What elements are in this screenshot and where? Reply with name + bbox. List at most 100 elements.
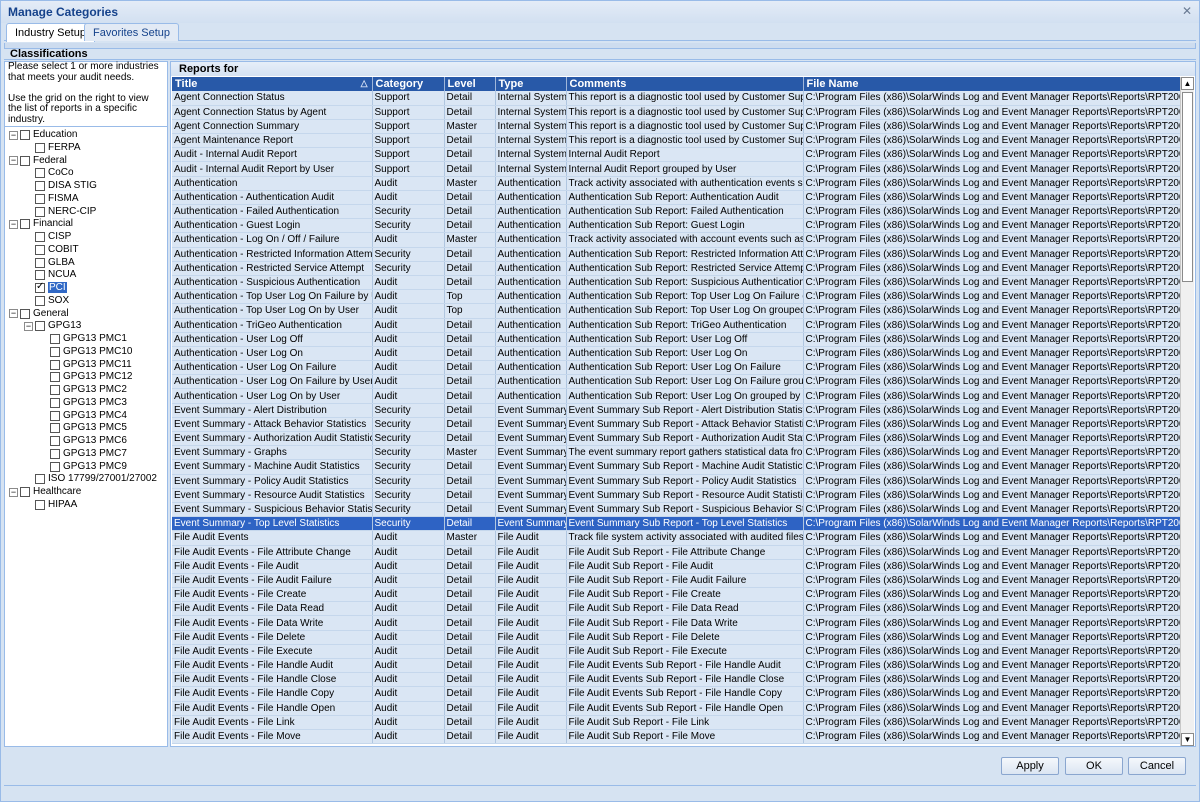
table-row[interactable]: Authentication - User Log On Failure by … bbox=[172, 374, 1181, 390]
collapse-icon[interactable]: − bbox=[24, 321, 33, 331]
tree-node-gpg13-pmc4[interactable]: GPG13 PMC4 bbox=[50, 410, 127, 422]
tree-node-gpg13-pmc2[interactable]: GPG13 PMC2 bbox=[50, 384, 127, 396]
checkbox[interactable] bbox=[50, 448, 60, 459]
checkbox[interactable] bbox=[50, 385, 60, 395]
scroll-down-icon[interactable]: ▼ bbox=[1181, 733, 1194, 746]
checkbox[interactable] bbox=[35, 232, 45, 242]
table-row[interactable]: Authentication - Log On / Off / Failure A… bbox=[172, 232, 1181, 248]
tree-node-financial[interactable]: − Financial bbox=[9, 218, 73, 230]
table-row[interactable]: Authentication - Suspicious Authenticati… bbox=[172, 275, 1181, 291]
checkbox[interactable] bbox=[20, 219, 30, 230]
tree-node-sox[interactable]: SOX bbox=[35, 295, 69, 307]
checkbox[interactable] bbox=[50, 359, 60, 370]
table-row[interactable]: Authentication - Failed Authentication Se… bbox=[172, 204, 1181, 220]
tree-node-federal[interactable]: − Federal bbox=[9, 155, 67, 167]
table-row[interactable]: File Audit Events - File Audit Audit Detai… bbox=[172, 559, 1181, 574]
cancel-button[interactable]: Cancel bbox=[1128, 757, 1186, 775]
table-row[interactable]: File Audit Events - File Handle Audit Aud… bbox=[172, 658, 1181, 674]
table-row[interactable]: File Audit Events - File Handle Copy Audi… bbox=[172, 686, 1181, 702]
collapse-icon[interactable]: − bbox=[9, 487, 18, 497]
column-header-type[interactable]: Type bbox=[495, 77, 567, 91]
table-row[interactable]: Event Summary - Top Level Statistics Secu… bbox=[172, 516, 1181, 532]
table-row[interactable]: Event Summary - Suspicious Behavior Stat… bbox=[172, 502, 1181, 518]
table-row[interactable]: Agent Connection Status Support Detail Inte… bbox=[172, 91, 1181, 106]
tree-node-gpg13-pmc12[interactable]: GPG13 PMC12 bbox=[50, 371, 132, 383]
checkbox[interactable] bbox=[35, 168, 45, 179]
table-row[interactable]: File Audit Events - File Delete Audit Deta… bbox=[172, 630, 1181, 645]
tree-node-gpg13-pmc3[interactable]: GPG13 PMC3 bbox=[50, 397, 127, 409]
table-row[interactable]: File Audit Events Audit Master File Audit Tr… bbox=[172, 530, 1181, 546]
checkbox[interactable] bbox=[50, 410, 60, 421]
table-row[interactable]: Authentication - Authentication Audit Aud… bbox=[172, 190, 1181, 206]
table-row[interactable]: Authentication - User Log On by User Audi… bbox=[172, 388, 1181, 404]
collapse-icon[interactable]: − bbox=[9, 219, 18, 229]
ok-button[interactable]: OK bbox=[1065, 757, 1123, 775]
table-row[interactable]: Agent Maintenance Report Support Detail Int… bbox=[172, 133, 1181, 149]
scroll-thumb[interactable] bbox=[1182, 92, 1193, 282]
vertical-scrollbar[interactable]: ▲ ▼ bbox=[1180, 77, 1194, 746]
table-row[interactable]: Agent Connection Status by Agent Support D… bbox=[172, 105, 1181, 120]
checkbox[interactable] bbox=[35, 142, 45, 153]
tree-node-gpg13-pmc6[interactable]: GPG13 PMC6 bbox=[50, 435, 127, 447]
checkbox[interactable] bbox=[50, 346, 60, 357]
apply-button[interactable]: Apply bbox=[1001, 757, 1059, 775]
tree-node-cisp[interactable]: CISP bbox=[35, 231, 71, 243]
table-row[interactable]: Event Summary - Graphs Security Master Even… bbox=[172, 445, 1181, 461]
tree-node-ferpa[interactable]: FERPA bbox=[35, 142, 81, 154]
checkbox[interactable] bbox=[50, 397, 60, 408]
tree-node-hipaa[interactable]: HIPAA bbox=[35, 499, 77, 511]
checkbox[interactable] bbox=[20, 130, 30, 140]
tree-node-disa-stig[interactable]: DISA STIG bbox=[35, 180, 97, 192]
checkbox[interactable] bbox=[50, 436, 60, 446]
checkbox[interactable] bbox=[50, 423, 60, 434]
tree-node-nerc-cip[interactable]: NERC-CIP bbox=[35, 206, 96, 218]
table-row[interactable]: Authentication - TriGeo Authentication Au… bbox=[172, 318, 1181, 333]
checkbox[interactable] bbox=[50, 372, 60, 383]
checkbox[interactable] bbox=[35, 244, 45, 255]
tab-industry-setup[interactable]: Industry Setup bbox=[6, 23, 95, 42]
table-row[interactable]: File Audit Events - File Audit Failure Au… bbox=[172, 573, 1181, 589]
tree-node-gpg13-pmc10[interactable]: GPG13 PMC10 bbox=[50, 346, 132, 358]
table-row[interactable]: Authentication - User Log On Failure Audi… bbox=[172, 360, 1181, 376]
table-row[interactable]: Event Summary - Resource Audit Statistic… bbox=[172, 488, 1181, 503]
tree-node-healthcare[interactable]: − Healthcare bbox=[9, 486, 81, 498]
table-row[interactable]: Authentication - Top User Log On Failure… bbox=[172, 289, 1181, 305]
checkbox[interactable] bbox=[50, 461, 60, 472]
checkbox[interactable] bbox=[35, 193, 45, 204]
tree-node-ncua[interactable]: NCUA bbox=[35, 269, 76, 281]
close-icon[interactable]: ✕ bbox=[1181, 5, 1193, 18]
tree-node-gpg13-pmc5[interactable]: GPG13 PMC5 bbox=[50, 422, 127, 434]
tree-node-glba[interactable]: GLBA bbox=[35, 257, 75, 269]
table-row[interactable]: Event Summary - Machine Audit Statistics… bbox=[172, 459, 1181, 475]
table-row[interactable]: Event Summary - Policy Audit Statistics S… bbox=[172, 474, 1181, 489]
checkbox[interactable] bbox=[35, 474, 45, 485]
checkbox[interactable] bbox=[35, 181, 45, 191]
table-row[interactable]: File Audit Events - File Execute Audit Det… bbox=[172, 644, 1181, 660]
checkbox[interactable] bbox=[35, 281, 45, 293]
collapse-icon[interactable]: − bbox=[9, 156, 18, 165]
checkbox[interactable] bbox=[20, 487, 30, 497]
table-row[interactable]: File Audit Events - File Link Audit Detail… bbox=[172, 715, 1181, 730]
table-row[interactable]: File Audit Events - File Handle Open Audi… bbox=[172, 701, 1181, 716]
table-row[interactable]: File Audit Events - File Move Audit Detail… bbox=[172, 729, 1181, 745]
table-row[interactable]: Agent Connection Summary Support Master Int… bbox=[172, 119, 1181, 135]
tree-node-general[interactable]: − General bbox=[9, 308, 69, 320]
tree-node-gpg13-pmc11[interactable]: GPG13 PMC11 bbox=[50, 359, 132, 371]
checkbox[interactable] bbox=[20, 155, 30, 166]
table-row[interactable]: Event Summary - Alert Distribution Securi… bbox=[172, 403, 1181, 418]
column-header-comments[interactable]: Comments bbox=[566, 77, 804, 91]
checkbox[interactable] bbox=[35, 499, 45, 510]
table-row[interactable]: File Audit Events - File Handle Close Aud… bbox=[172, 672, 1181, 688]
checkbox[interactable] bbox=[35, 270, 45, 281]
column-header-level[interactable]: Level bbox=[444, 77, 496, 91]
table-row[interactable]: Event Summary - Attack Behavior Statisti… bbox=[172, 417, 1181, 433]
table-row[interactable]: File Audit Events - File Data Read Audit D… bbox=[172, 601, 1181, 617]
checkbox[interactable] bbox=[35, 206, 45, 217]
tree-node-gpg13[interactable]: − GPG13 bbox=[24, 320, 81, 332]
table-row[interactable]: Authentication - User Log On Audit Detail A… bbox=[172, 346, 1181, 362]
tree-node-education[interactable]: − Education bbox=[9, 129, 77, 141]
column-header-file-name[interactable]: File Name bbox=[803, 77, 1181, 91]
checkbox[interactable] bbox=[35, 257, 45, 268]
table-row[interactable]: File Audit Events - File Data Write Audit… bbox=[172, 615, 1181, 631]
collapse-icon[interactable]: − bbox=[9, 130, 18, 140]
